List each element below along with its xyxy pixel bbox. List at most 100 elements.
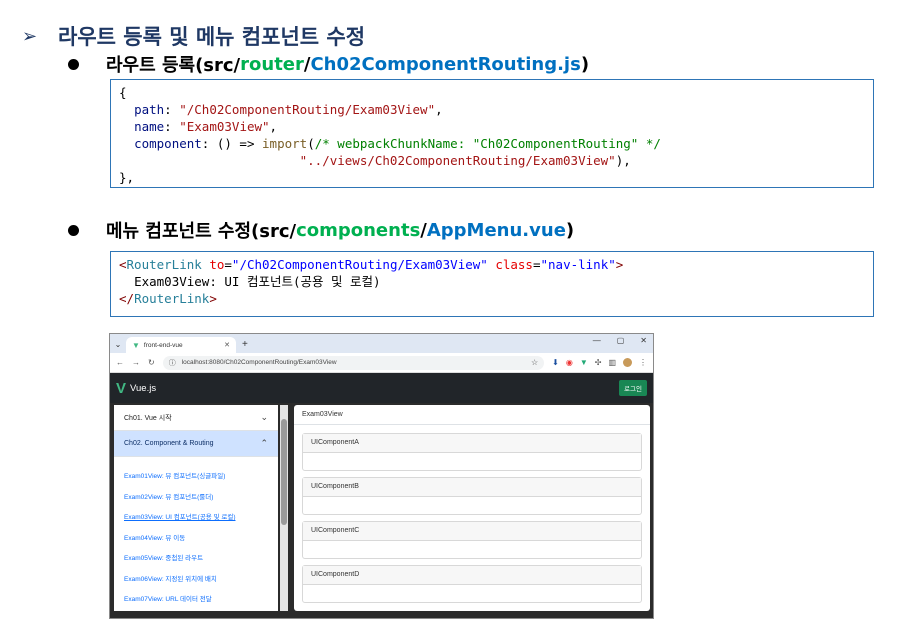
code-import-path: "../views/Ch02ComponentRouting/Exam03Vie… [299,153,616,168]
card-header: UIComponentA [303,434,641,453]
address-bar-row: ← → ↻ ⓘ localhost:8080/Ch02ComponentRout… [110,353,653,373]
content-title: Exam03View [294,405,650,425]
code-import: import [262,136,308,151]
card-header: UIComponentC [303,522,641,541]
menu-sidebar: Ch01. Vue 시작 ⌄ Ch02. Component & Routing… [114,405,278,611]
accordion-label: Ch02. Component & Routing [124,440,214,447]
bullet1-prefix: 라우트 등록(src/ [106,55,241,76]
close-tab-icon[interactable]: ✕ [224,341,230,349]
code-arrow: () => [216,136,255,151]
code-tag-end: > [615,257,624,272]
code-class-attr: class [495,257,533,272]
brand-text[interactable]: Vue.js [130,383,156,394]
code-comment: /* webpackChunkName: "Ch02ComponentRouti… [314,136,661,151]
bullet2-slash: / [420,219,427,241]
section-title: 라우트 등록 및 메뉴 컴포넌트 수정 [58,25,366,49]
maximize-icon[interactable]: ▢ [617,336,625,345]
url-field[interactable]: ⓘ localhost:8080/Ch02ComponentRouting/Ex… [162,355,545,370]
code-tag-open: < [119,257,127,272]
app-body: Ch01. Vue 시작 ⌄ Ch02. Component & Routing… [110,403,653,618]
code-tag-name: RouterLink [126,257,202,272]
sidepanel-icon[interactable]: ▥ [608,358,616,367]
bullet2-components: components [296,219,421,241]
ui-component-card: UIComponentD [302,565,642,603]
ui-component-card: UIComponentC [302,521,642,559]
arrow-bullet-icon: ➢ [22,25,38,47]
opera-extension-icon[interactable]: ◉ [566,358,573,367]
browser-tab-bar: ⌄ ▼ front-end-vue ✕ + — ▢ ✕ [110,334,653,353]
download-extension-icon[interactable]: ⬇ [552,358,559,367]
code-component-key: component [134,136,202,151]
bullet1-slash: / [303,53,311,75]
menu-link-exam05[interactable]: Exam05View: 중첩된 라우트 [114,549,278,570]
route-code-block: { path: "/Ch02ComponentRouting/Exam03Vie… [110,79,874,188]
reload-icon[interactable]: ↻ [148,358,155,367]
card-header: UIComponentD [303,566,641,585]
code-brace-open: { [119,85,127,100]
chevron-down-icon: ⌄ [260,412,268,422]
vue-favicon-icon: ▼ [132,340,140,350]
card-header: UIComponentB [303,478,641,497]
bullet-menu-component: 메뉴 컴포넌트 수정(src/components / AppMenu.vue) [68,219,575,242]
bullet2-suffix: ) [565,219,575,241]
menu-link-exam03[interactable]: Exam03View: UI 컴포넌트(공용 및 로컬) [114,508,278,529]
code-link-text: Exam03View: UI 컴포넌트(공용 및 로컬) [134,274,381,289]
browser-screenshot: ⌄ ▼ front-end-vue ✕ + — ▢ ✕ ← → ↻ ⓘ loca… [109,333,654,619]
forward-icon[interactable]: → [132,358,140,367]
window-controls: — ▢ ✕ [593,336,647,345]
code-path-key: path [134,102,165,117]
content-panel: Exam03View UIComponentA UIComponentB UIC… [294,405,650,611]
code-close-name: RouterLink [134,291,210,306]
bullet-dot-icon [68,224,79,236]
sidebar-scrollbar[interactable] [280,405,288,611]
accordion-ch02[interactable]: Ch02. Component & Routing ⌃ [114,431,278,457]
app-navbar: V Vue.js 로그인 [110,373,653,403]
code-class-value: "nav-link" [540,257,616,272]
tab-title: front-end-vue [143,341,183,349]
bullet1-file: Ch02ComponentRouting.js [310,53,581,75]
menu-link-list: Exam01View: 뷰 컴포넌트(싱글파일) Exam02View: 뷰 컴… [114,457,278,611]
bullet1-router: router [240,53,304,75]
code-brace-close: }, [119,170,135,185]
section-heading: ➢ 라우트 등록 및 메뉴 컴포넌트 수정 [22,22,365,50]
code-to-value: "/Ch02ComponentRouting/Exam03View" [231,257,488,272]
url-text: localhost:8080/Ch02ComponentRouting/Exam… [181,359,337,366]
minimize-icon[interactable]: — [593,336,601,345]
menu-link-exam06[interactable]: Exam06View: 지정된 위치에 배치 [114,570,278,591]
menu-code-block: <RouterLink to="/Ch02ComponentRouting/Ex… [110,251,874,317]
chevron-up-icon: ⌃ [260,438,268,448]
bullet-dot-icon [68,58,79,70]
code-path-value: "/Ch02ComponentRouting/Exam03View" [179,102,436,117]
more-menu-icon[interactable]: ⋮ [639,358,647,367]
new-tab-icon[interactable]: + [236,337,254,353]
accordion-label: Ch01. Vue 시작 [124,414,172,422]
menu-link-exam01[interactable]: Exam01View: 뷰 컴포넌트(싱글파일) [114,467,278,488]
back-icon[interactable]: ← [116,358,124,367]
code-name-key: name [134,119,165,134]
vue-devtools-icon[interactable]: ▼ [580,358,588,367]
extensions-area: ⬇ ◉ ▼ ✣ ▥ ⋮ [552,358,647,367]
profile-avatar[interactable] [623,358,632,367]
code-close-open: </ [119,291,135,306]
site-info-icon[interactable]: ⓘ [169,358,176,368]
menu-link-exam07[interactable]: Exam07View: URL 데이터 전달 [114,590,278,611]
code-to-attr: to [209,257,225,272]
accordion-ch01[interactable]: Ch01. Vue 시작 ⌄ [114,405,278,431]
bullet2-prefix: 메뉴 컴포넌트 수정(src/ [106,221,297,242]
menu-link-exam02[interactable]: Exam02View: 뷰 컴포넌트(룰더) [114,488,278,509]
vue-logo-icon[interactable]: V [116,380,126,397]
bookmark-star-icon[interactable]: ☆ [531,358,538,367]
bullet-route-registration: 라우트 등록(src/router / Ch02ComponentRouting.j… [68,53,589,76]
browser-tab[interactable]: ▼ front-end-vue ✕ [126,337,236,353]
login-button[interactable]: 로그인 [619,380,647,396]
scrollbar-thumb[interactable] [281,419,287,525]
menu-link-exam04[interactable]: Exam04View: 뷰 이동 [114,529,278,550]
ui-component-card: UIComponentA [302,433,642,471]
tab-list-icon[interactable]: ⌄ [110,337,126,353]
puzzle-extension-icon[interactable]: ✣ [595,358,602,367]
close-window-icon[interactable]: ✕ [640,336,647,345]
code-name-value: "Exam03View" [179,119,270,134]
ui-component-card: UIComponentB [302,477,642,515]
code-close-end: > [209,291,217,306]
bullet2-file: AppMenu.vue [426,219,566,241]
